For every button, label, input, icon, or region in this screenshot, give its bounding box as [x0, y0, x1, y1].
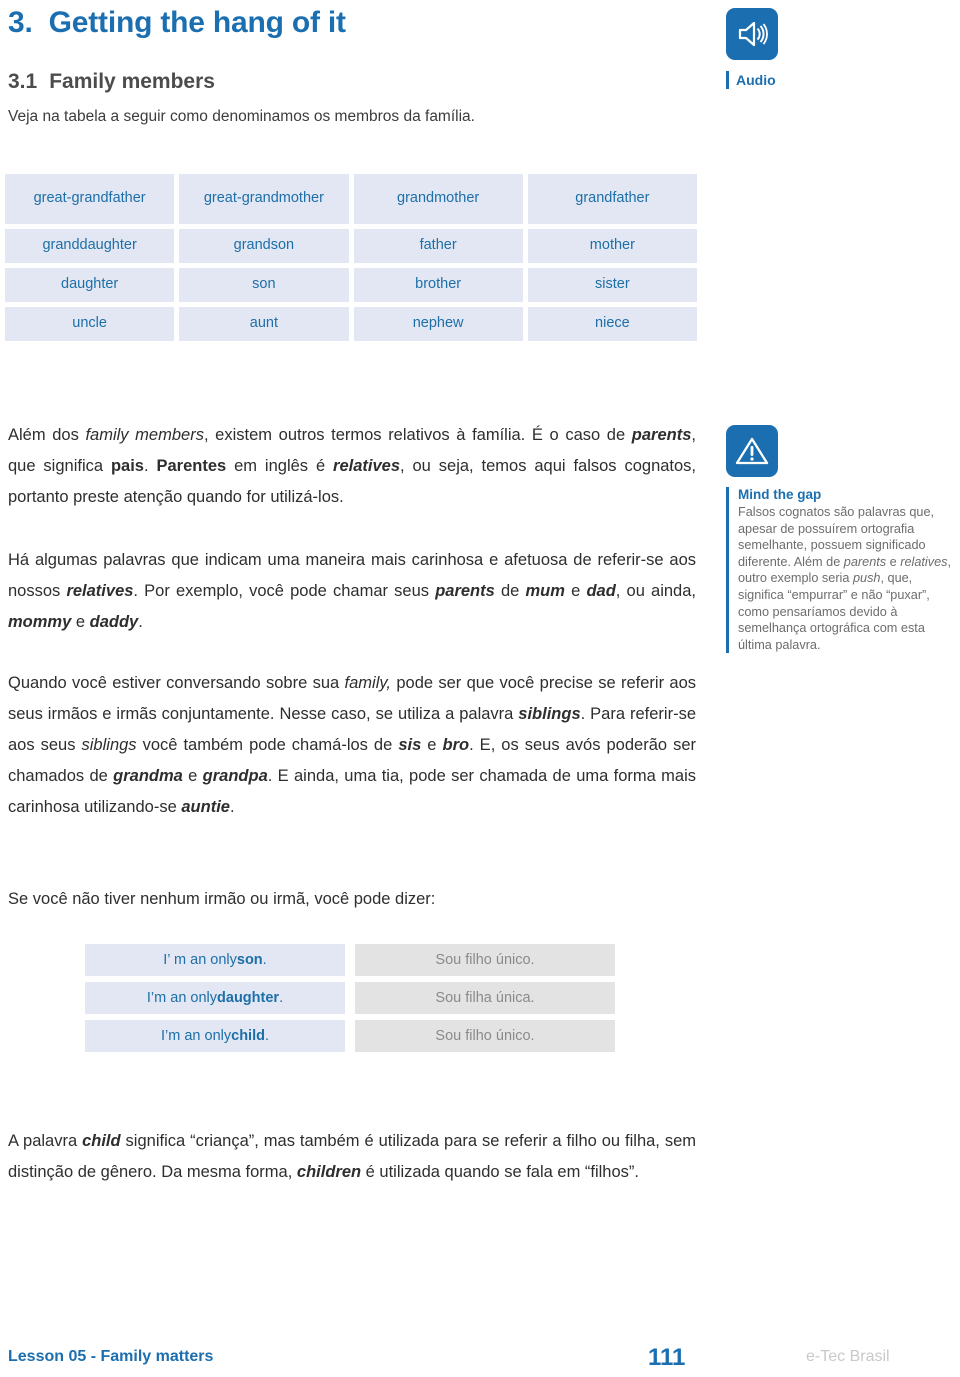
sentence-english: I’m an only child.: [85, 1020, 345, 1052]
table-cell: son: [179, 268, 349, 302]
audio-label-row: Audio: [726, 71, 846, 89]
section-lead-text: Veja na tabela a seguir como denominamos…: [8, 108, 475, 125]
paragraph-1: Além dos family members, existem outros …: [8, 426, 697, 506]
table-row: granddaughter grandson father mother: [5, 229, 697, 263]
table-row: I’m an only child. Sou filho único.: [85, 1020, 615, 1052]
speaker-icon[interactable]: [726, 8, 778, 60]
footer-brand: e-Tec Brasil: [806, 1348, 890, 1365]
warning-triangle-icon: [726, 425, 778, 477]
table-cell: grandmother: [353, 174, 523, 224]
audio-label: Audio: [736, 72, 776, 88]
mind-the-gap-paragraph: Falsos cognatos são palavras que, apesar…: [738, 505, 952, 652]
table-cell: brother: [353, 268, 523, 302]
paragraph-4: Se você não tiver nenhum irmão ou irmã, …: [8, 890, 436, 908]
chapter-title: Getting the hang of it: [48, 6, 346, 39]
chapter-number: 3.: [8, 6, 33, 39]
table-cell: granddaughter: [5, 229, 175, 263]
family-members-table: great-grandfather great-grandmother gran…: [5, 174, 697, 341]
table-cell: sister: [527, 268, 697, 302]
table-cell: nephew: [353, 307, 523, 341]
table-cell: uncle: [5, 307, 175, 341]
page-footer: Lesson 05 - Family matters 111 e-Tec Bra…: [0, 1344, 960, 1376]
sentence-portuguese: Sou filho único.: [355, 1020, 615, 1052]
paragraph-3: Quando você estiver conversando sobre su…: [8, 674, 696, 816]
sentence-portuguese: Sou filha única.: [355, 982, 615, 1014]
table-row: daughter son brother sister: [5, 268, 697, 302]
table-cell: mother: [527, 229, 697, 263]
mind-the-gap-text: Mind the gap Falsos cognatos são palavra…: [738, 487, 956, 653]
footer-page-number: 111: [648, 1344, 686, 1371]
mind-the-gap-callout: Mind the gap Falsos cognatos são palavra…: [726, 425, 956, 654]
document-page: 3. Getting the hang of it 3.1 Family mem…: [0, 0, 960, 1377]
table-row: I’ m an only son. Sou filho único.: [85, 944, 615, 976]
table-row: I’m an only daughter. Sou filha única.: [85, 982, 615, 1014]
table-cell: grandfather: [527, 174, 697, 224]
footer-lesson-label: Lesson 05 - Family matters: [8, 1348, 214, 1365]
only-child-sentences-table: I’ m an only son. Sou filho único. I’m a…: [85, 944, 615, 1052]
sentence-english: I’m an only daughter.: [85, 982, 345, 1014]
mind-the-gap-title: Mind the gap: [738, 487, 822, 502]
table-cell: niece: [527, 307, 697, 341]
section-title: 3.1 Family members: [8, 70, 215, 94]
accent-bar: [726, 487, 729, 654]
table-cell: father: [353, 229, 523, 263]
table-row: great-grandfather great-grandmother gran…: [5, 174, 697, 224]
section-name: Family members: [49, 70, 215, 93]
table-cell: aunt: [179, 307, 349, 341]
table-cell: daughter: [5, 268, 175, 302]
mind-the-gap-body: Mind the gap Falsos cognatos são palavra…: [726, 487, 956, 654]
audio-badge[interactable]: Audio: [726, 8, 846, 89]
paragraph-2: Há algumas palavras que indicam uma mane…: [8, 551, 696, 631]
table-cell: grandson: [179, 229, 349, 263]
table-cell: great-grandfather: [5, 174, 175, 224]
section-number: 3.1: [8, 70, 38, 93]
table-row: uncle aunt nephew niece: [5, 307, 697, 341]
sentence-english: I’ m an only son.: [85, 944, 345, 976]
paragraph-5: A palavra child significa “criança”, mas…: [8, 1132, 696, 1181]
table-cell: great-grandmother: [179, 174, 349, 224]
sentence-portuguese: Sou filho único.: [355, 944, 615, 976]
accent-bar: [726, 71, 729, 89]
page-title: 3. Getting the hang of it: [8, 6, 346, 40]
